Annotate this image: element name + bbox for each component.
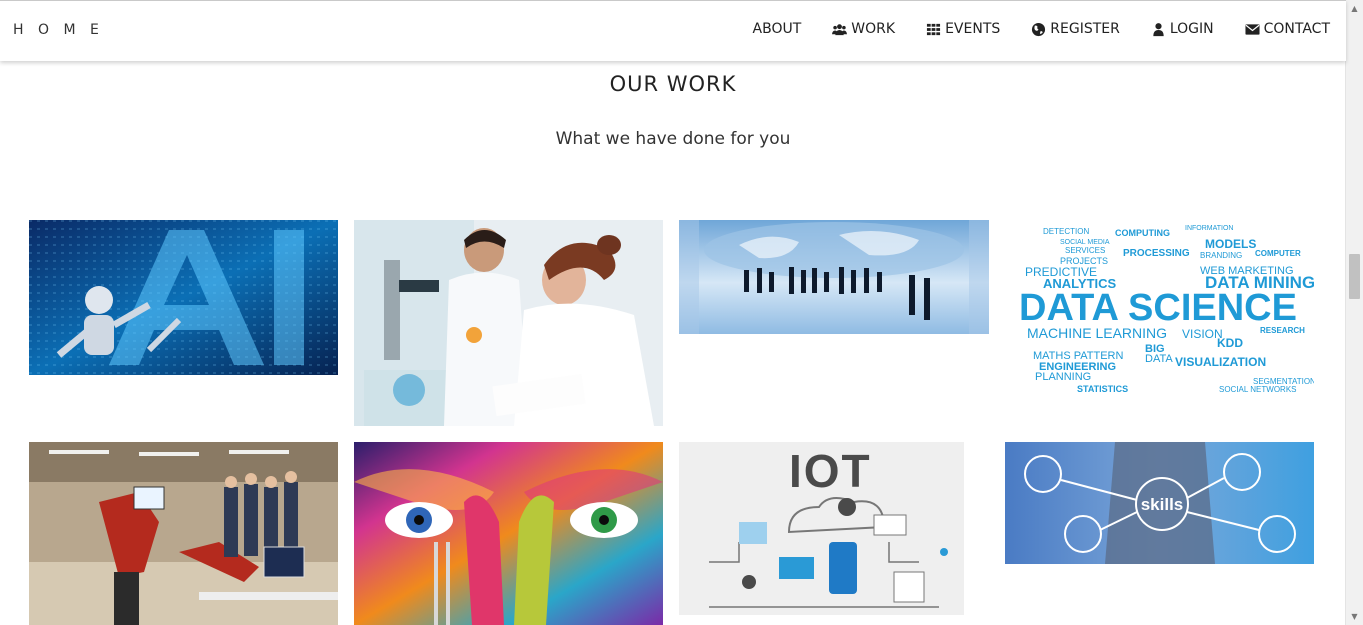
nav-about[interactable]: ABOUT [753, 21, 802, 37]
data-science-wordcloud-image[interactable]: DETECTION COMPUTING INFORMATION SOCIAL M… [1005, 220, 1314, 400]
section-subtitle: What we have done for you [555, 129, 791, 149]
nav-work[interactable]: WORK [832, 21, 895, 37]
svg-text:RESEARCH: RESEARCH [1260, 326, 1305, 335]
svg-text:skills: skills [1141, 495, 1184, 514]
svg-text:COMPUTING: COMPUTING [1115, 228, 1170, 238]
svg-text:INFORMATION: INFORMATION [1185, 225, 1233, 232]
svg-text:SOCIAL MEDIA: SOCIAL MEDIA [1060, 239, 1110, 246]
nav-events[interactable]: EVENTS [926, 21, 1000, 37]
nav-events-label: EVENTS [945, 21, 1001, 37]
top-navbar: H O M E ABOUT WORK EVENTS REGISTER LOGIN… [0, 0, 1346, 61]
envelope-icon [1245, 22, 1260, 37]
scroll-down-icon[interactable]: ▼ [1346, 608, 1363, 625]
ai-robot-image[interactable] [29, 220, 338, 375]
section-title: OUR WORK [609, 72, 737, 96]
nav-register[interactable]: REGISTER [1031, 21, 1120, 37]
svg-text:DATA: DATA [1145, 353, 1173, 365]
svg-text:DETECTION: DETECTION [1043, 227, 1089, 236]
users-icon [832, 22, 848, 37]
nav-contact-label: CONTACT [1263, 21, 1330, 37]
svg-text:STATISTICS: STATISTICS [1077, 384, 1128, 394]
iot-illustration-image[interactable]: IOT [679, 442, 964, 615]
nav-about-label: ABOUT [752, 21, 802, 37]
colorful-face-image[interactable] [354, 442, 663, 625]
scroll-up-icon[interactable]: ▲ [1346, 0, 1363, 17]
nav-register-label: REGISTER [1050, 21, 1120, 37]
svg-text:COMPUTER: COMPUTER [1255, 249, 1301, 258]
business-world-image[interactable] [679, 220, 989, 334]
robotics-lab-image[interactable] [29, 442, 338, 625]
svg-text:IOT: IOT [789, 445, 872, 497]
lab-scientists-image[interactable] [354, 220, 663, 426]
home-link[interactable]: H O M E [13, 22, 104, 38]
svg-text:PROCESSING: PROCESSING [1123, 248, 1190, 259]
nav-login[interactable]: LOGIN [1151, 21, 1214, 37]
nav-contact[interactable]: CONTACT [1245, 21, 1330, 37]
user-icon [1151, 22, 1166, 37]
globe-icon [1031, 22, 1046, 37]
svg-text:BRANDING: BRANDING [1200, 251, 1242, 260]
main-nav: ABOUT WORK EVENTS REGISTER LOGIN CONTACT [722, 21, 1330, 37]
svg-text:SOCIAL NETWORKS: SOCIAL NETWORKS [1219, 385, 1297, 394]
skills-image[interactable]: skills [1005, 442, 1314, 564]
svg-text:VISUALIZATION: VISUALIZATION [1175, 355, 1266, 369]
nav-login-label: LOGIN [1169, 21, 1214, 37]
svg-text:MODELS: MODELS [1205, 237, 1256, 251]
svg-text:PLANNING: PLANNING [1035, 371, 1091, 383]
svg-text:KDD: KDD [1217, 336, 1243, 350]
vertical-scrollbar[interactable]: ▲ ▼ [1345, 0, 1363, 625]
svg-text:DATA SCIENCE: DATA SCIENCE [1019, 287, 1297, 329]
svg-text:SERVICES: SERVICES [1065, 246, 1105, 255]
svg-text:MACHINE LEARNING: MACHINE LEARNING [1027, 325, 1167, 341]
scroll-thumb[interactable] [1349, 254, 1360, 299]
grid-icon [926, 22, 941, 37]
nav-work-label: WORK [851, 21, 896, 37]
